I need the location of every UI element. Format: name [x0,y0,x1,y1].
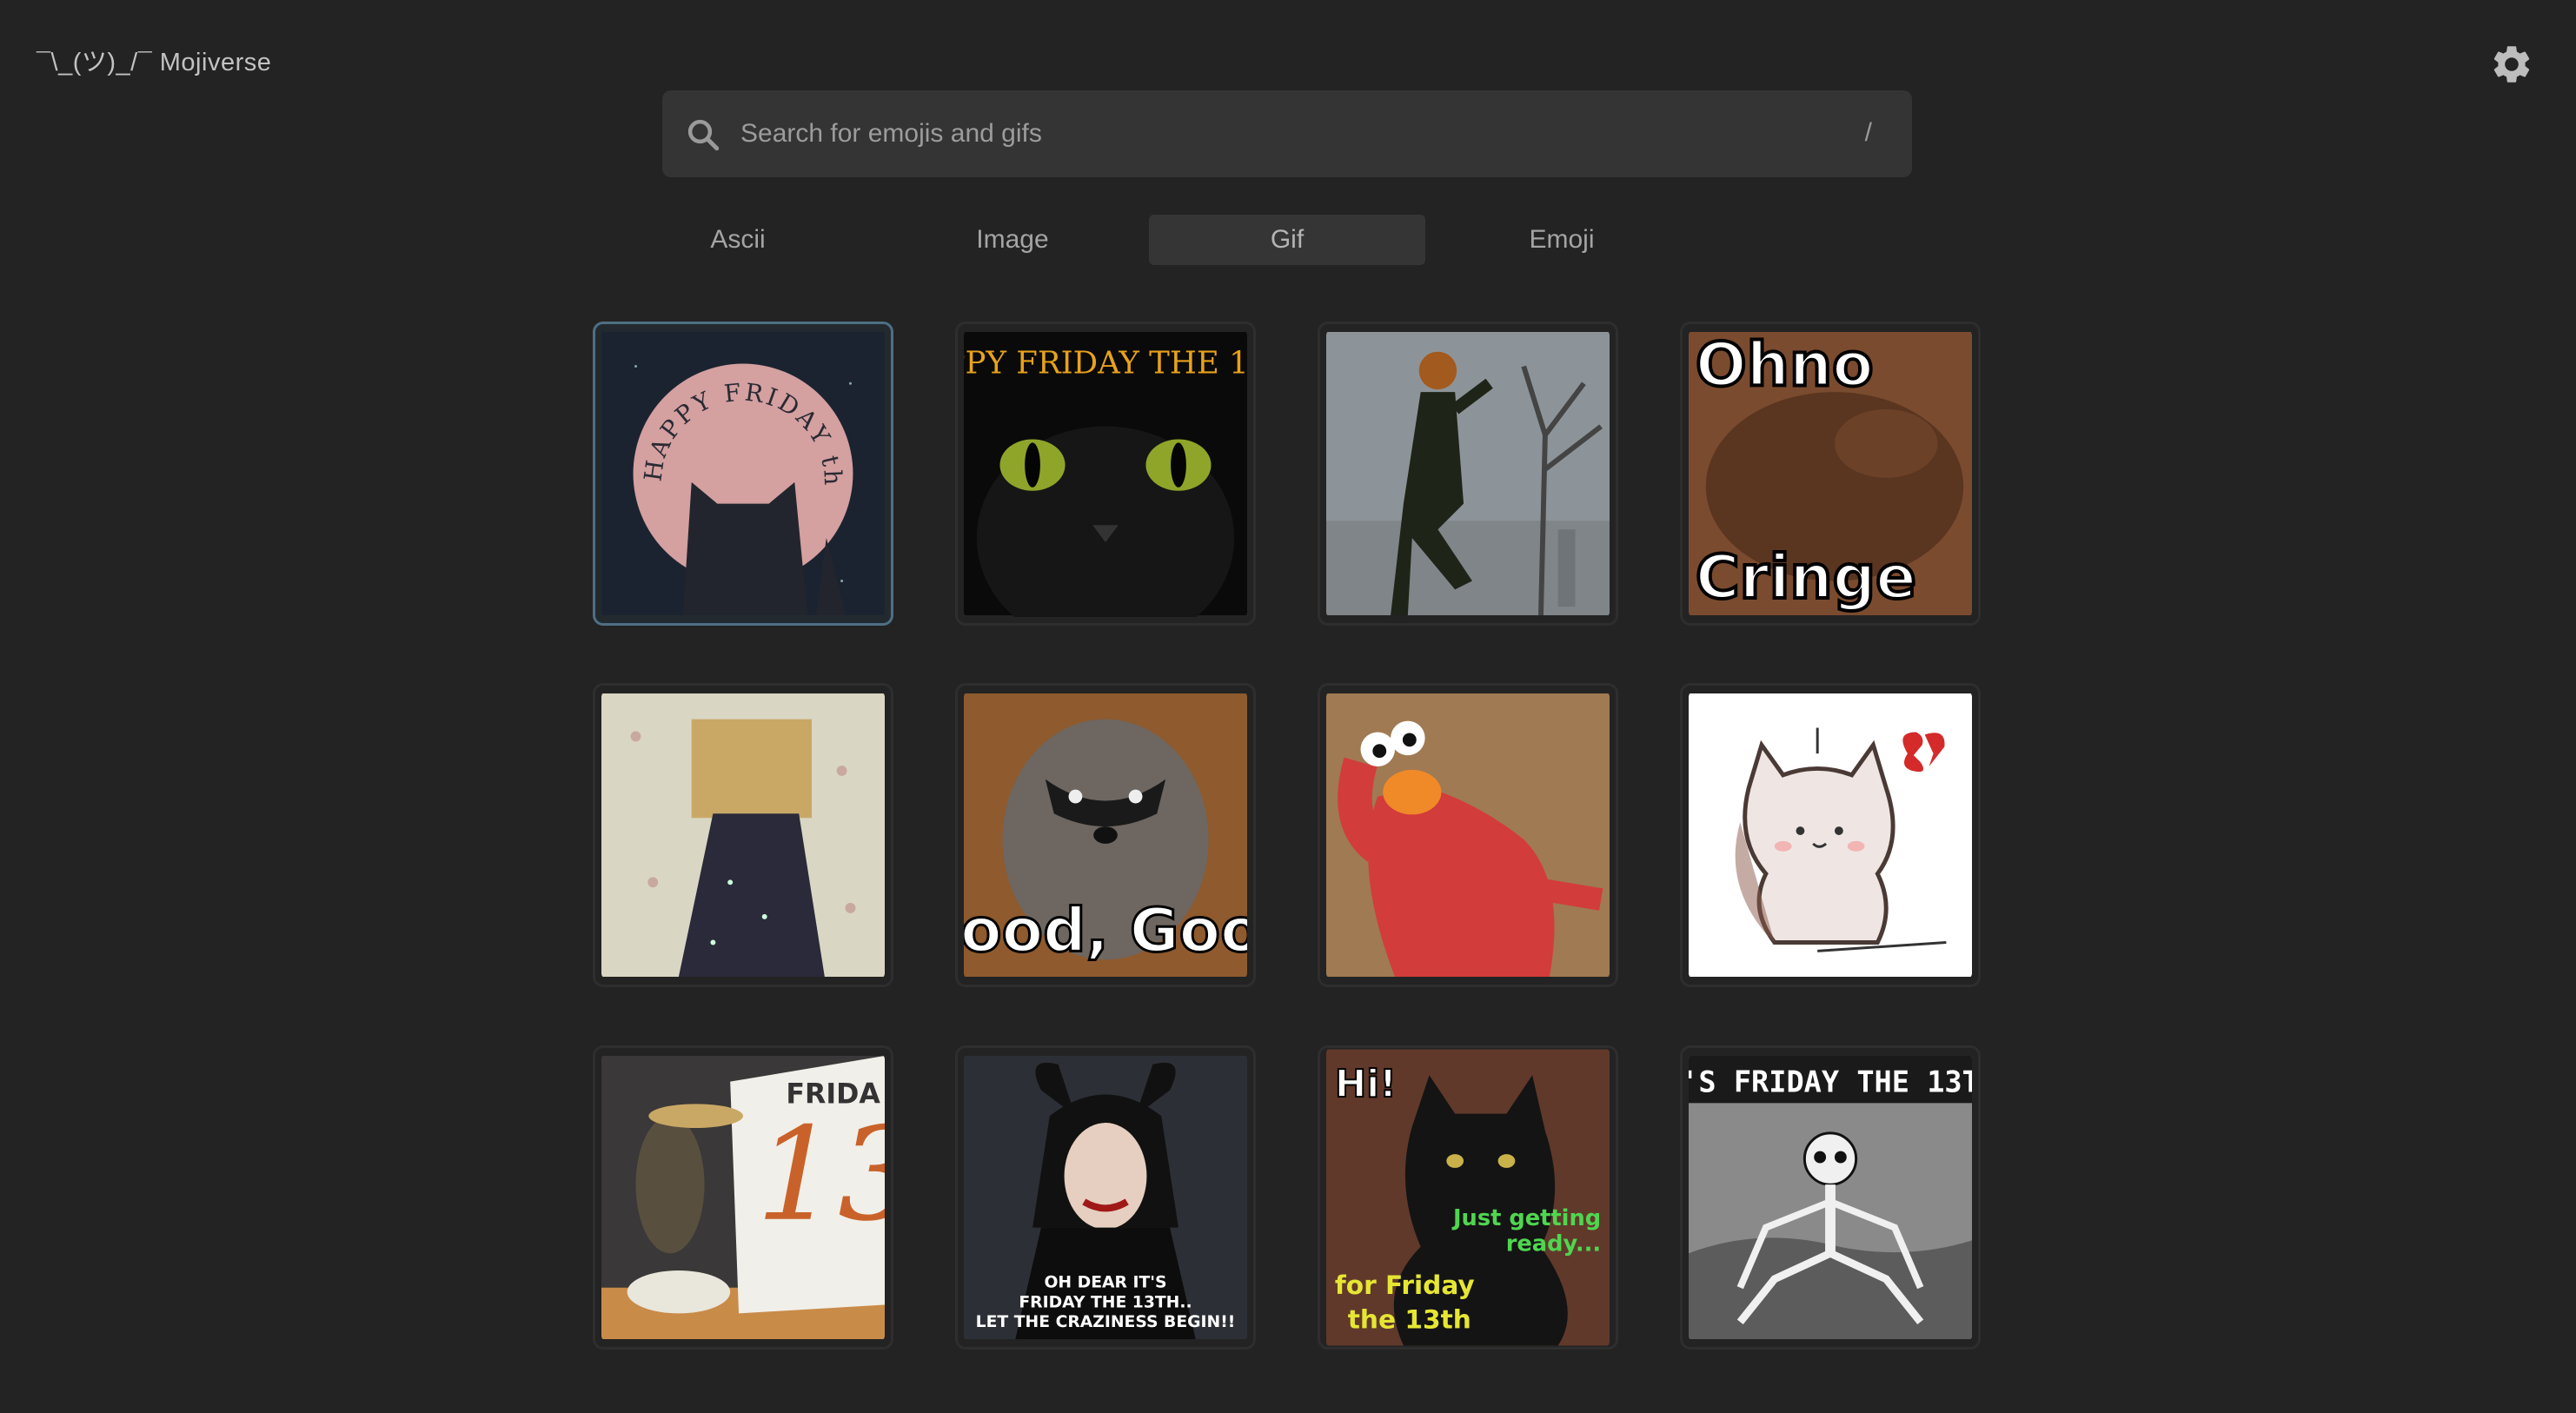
gif-tile-dancing-pumpkin-man[interactable] [1318,322,1618,626]
gif-tile-heartbroken-cat[interactable] [1680,683,1981,987]
gif-tile-black-cat-eyes[interactable]: HAPPY FRIDAY THE 13TH [955,322,1256,626]
tile-caption-line: LET THE CRAZINESS BEGIN!! [976,1313,1236,1331]
gif-tile-maleficent[interactable]: OH DEAR IT'S FRIDAY THE 13TH.. LET THE C… [955,1045,1256,1350]
tab-image[interactable]: Image [874,215,1151,265]
tab-gif[interactable]: Gif [1149,215,1425,265]
tile-caption-line: FRIDAY THE 13TH.. [1019,1293,1192,1311]
tile-caption-line: OH DEAR IT'S [1044,1274,1166,1292]
tile-caption-bottom: Cringe [1696,543,1916,613]
app-brand: ¯\_(ツ)_/¯ Mojiverse [37,49,272,76]
tile-caption-side: Just getting [1451,1205,1601,1231]
gif-tile-ohno-cringe[interactable]: Ohno Cringe [1680,322,1981,626]
search-shortcut-hint: / [1864,118,1872,147]
gear-icon [2493,46,2530,83]
gif-tile-box-head[interactable] [593,683,893,987]
gif-thumbnail [601,693,885,977]
tile-caption-side: ready... [1506,1231,1601,1257]
search-input[interactable] [739,108,1816,160]
category-tabs: Ascii Image Gif Emoji [600,215,1973,265]
gif-tile-friday-13th-moon[interactable]: HAPPY FRIDAY the 13th [593,322,893,626]
gif-thumbnail: HAPPY FRIDAY the 13th [601,330,885,615]
tab-emoji[interactable]: Emoji [1424,215,1700,265]
gif-thumbnail: OH DEAR IT'S FRIDAY THE 13TH.. LET THE C… [964,1056,1247,1339]
gif-thumbnail: Ohno Cringe [1689,330,1972,615]
gif-thumbnail: ood, Goo [964,693,1247,977]
tile-caption-bottom: the 13th [1348,1304,1471,1335]
tile-caption-bottom: for Friday [1335,1270,1475,1300]
gif-thumbnail [1326,693,1610,977]
gif-tile-raccoon-good[interactable]: ood, Goo [955,683,1256,987]
gif-tile-skeleton-dance[interactable]: 'S FRIDAY THE 13T [1680,1045,1981,1350]
search-icon [687,119,720,151]
gif-thumbnail: FRIDA 13 13 [601,1056,885,1339]
gif-thumbnail [1689,693,1972,977]
gif-thumbnail [1326,332,1610,616]
gif-thumbnail: HAPPY FRIDAY THE 13TH [964,332,1247,617]
tab-ascii[interactable]: Ascii [600,215,876,265]
settings-button[interactable] [2489,42,2534,87]
svg-text:13: 13 [756,1099,885,1250]
tile-caption-top: Ohno [1696,330,1874,400]
search-bar: / [662,90,1912,177]
tile-caption: ood, Goo [964,896,1247,965]
tile-caption-top: Hi! [1335,1063,1397,1106]
gif-tile-elmo[interactable] [1318,683,1618,987]
gif-tile-calendar-13[interactable]: FRIDA 13 13 [593,1045,893,1350]
gif-tile-cat-hi[interactable]: Hi! Just getting ready... for Friday the… [1318,1045,1618,1350]
gif-thumbnail: 'S FRIDAY THE 13T [1689,1056,1972,1339]
gif-thumbnail: Hi! Just getting ready... for Friday the… [1326,1049,1610,1346]
tile-caption: HAPPY FRIDAY THE 13TH [964,345,1247,381]
tile-caption: 'S FRIDAY THE 13T [1689,1065,1972,1098]
